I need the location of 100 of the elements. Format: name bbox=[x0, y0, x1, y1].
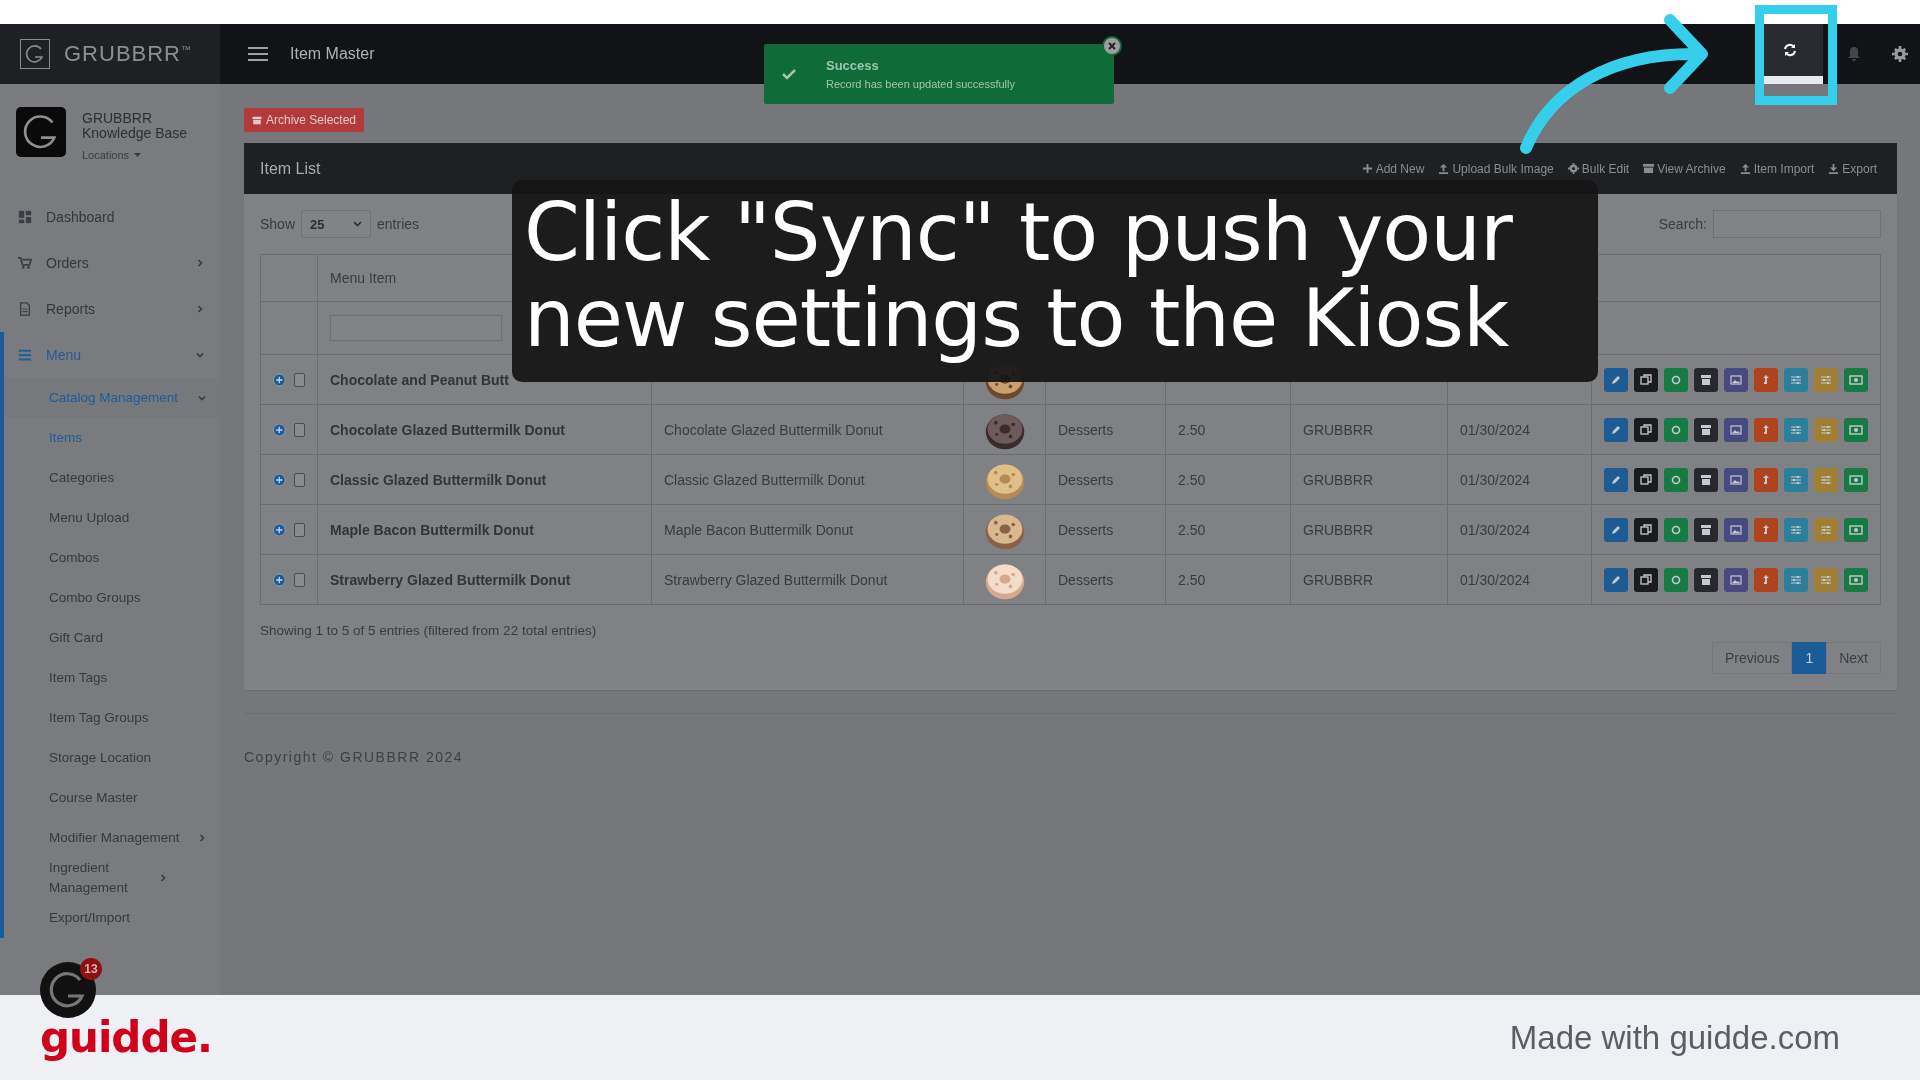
sidebar-subitem[interactable]: Combos bbox=[4, 538, 220, 578]
cash-button[interactable] bbox=[1844, 467, 1868, 492]
expand-icon[interactable] bbox=[273, 371, 286, 388]
edit-button[interactable] bbox=[1604, 467, 1628, 492]
cash-icon bbox=[1849, 472, 1863, 487]
archive-icon bbox=[1699, 472, 1713, 487]
expand-icon[interactable] bbox=[273, 471, 286, 488]
table-cell: GRUBBRR bbox=[1303, 521, 1373, 538]
copy-button[interactable] bbox=[1634, 467, 1658, 492]
sidebar-subitem[interactable]: Menu Upload bbox=[4, 498, 220, 538]
upload-button[interactable] bbox=[1754, 417, 1778, 442]
expand-icon[interactable] bbox=[273, 421, 286, 438]
image-icon bbox=[1729, 522, 1743, 537]
row-checkbox[interactable] bbox=[293, 572, 305, 587]
pagination-button[interactable]: Next bbox=[1826, 642, 1881, 674]
cash-button[interactable] bbox=[1844, 417, 1868, 442]
toggle-button[interactable] bbox=[1664, 417, 1688, 442]
entries-select[interactable]: 25 bbox=[301, 210, 372, 238]
table-cell: 01/30/2024 bbox=[1460, 421, 1531, 438]
row-checkbox[interactable] bbox=[293, 372, 305, 387]
row-checkbox[interactable] bbox=[293, 422, 305, 437]
archive-button[interactable] bbox=[1694, 417, 1718, 442]
pagination-button[interactable]: 1 bbox=[1792, 642, 1827, 674]
locations-dropdown[interactable]: Locations bbox=[82, 149, 142, 161]
toolbar-link[interactable]: Export bbox=[1828, 161, 1877, 176]
bell-icon[interactable] bbox=[1847, 46, 1861, 62]
archive-button[interactable] bbox=[1694, 567, 1718, 592]
sidebar-subitem[interactable]: Item Tags bbox=[4, 658, 220, 698]
edit-button[interactable] bbox=[1604, 517, 1628, 542]
sliders-button[interactable] bbox=[1814, 417, 1838, 442]
column-header[interactable]: Menu Item bbox=[330, 270, 397, 286]
cash-button[interactable] bbox=[1844, 517, 1868, 542]
cash-button[interactable] bbox=[1844, 567, 1868, 592]
expand-icon[interactable] bbox=[273, 521, 286, 538]
copy-button[interactable] bbox=[1634, 417, 1658, 442]
toolbar-link[interactable]: Add New bbox=[1361, 161, 1425, 176]
copy-button[interactable] bbox=[1634, 567, 1658, 592]
pagination-button[interactable]: Previous bbox=[1711, 642, 1793, 674]
sidebar-subitem[interactable]: Ingredient Management bbox=[4, 858, 220, 898]
sidebar-subitem[interactable]: Course Master bbox=[4, 778, 220, 818]
edit-button[interactable] bbox=[1604, 567, 1628, 592]
sidebar-item[interactable]: Dashboard bbox=[0, 194, 220, 240]
table-cell: Desserts bbox=[1058, 521, 1114, 538]
toolbar-link[interactable]: Upload Bulk Image bbox=[1438, 161, 1554, 176]
sidebar-item[interactable]: Reports bbox=[0, 286, 220, 332]
sliders-button[interactable] bbox=[1814, 467, 1838, 492]
edit-button[interactable] bbox=[1604, 417, 1628, 442]
toolbar-link[interactable]: Item Import bbox=[1739, 161, 1815, 176]
toolbar-link[interactable]: Bulk Edit bbox=[1567, 161, 1630, 176]
archive-button[interactable] bbox=[1694, 367, 1718, 392]
copy-button[interactable] bbox=[1634, 517, 1658, 542]
copy-button[interactable] bbox=[1634, 367, 1658, 392]
upload-button[interactable] bbox=[1754, 567, 1778, 592]
table-cell: Strawberry Glazed Buttermilk Donut bbox=[330, 571, 571, 588]
sidebar-item[interactable]: Orders bbox=[0, 240, 220, 286]
table-cell: Chocolate and Peanut Butt bbox=[330, 371, 509, 388]
toggle-button[interactable] bbox=[1664, 367, 1688, 392]
toggle-button[interactable] bbox=[1664, 567, 1688, 592]
archive-button[interactable] bbox=[1694, 467, 1718, 492]
sliders-button[interactable] bbox=[1784, 417, 1808, 442]
image-button[interactable] bbox=[1724, 467, 1748, 492]
sliders-button[interactable] bbox=[1784, 567, 1808, 592]
row-checkbox[interactable] bbox=[293, 522, 305, 537]
cash-button[interactable] bbox=[1844, 367, 1868, 392]
chevron-down-icon bbox=[198, 394, 206, 402]
sidebar-subitem[interactable]: Gift Card bbox=[4, 618, 220, 658]
sliders-button[interactable] bbox=[1784, 467, 1808, 492]
edit-button[interactable] bbox=[1604, 367, 1628, 392]
sliders-button[interactable] bbox=[1784, 517, 1808, 542]
image-button[interactable] bbox=[1724, 517, 1748, 542]
image-button[interactable] bbox=[1724, 367, 1748, 392]
settings-icon[interactable] bbox=[1892, 46, 1908, 62]
table-cell: Classic Glazed Buttermilk Donut bbox=[330, 471, 547, 488]
sidebar-subitem[interactable]: Combo Groups bbox=[4, 578, 220, 618]
sidebar-subitem[interactable]: Item Tag Groups bbox=[4, 698, 220, 738]
toggle-button[interactable] bbox=[1664, 467, 1688, 492]
sliders-button[interactable] bbox=[1814, 367, 1838, 392]
sliders-button[interactable] bbox=[1814, 567, 1838, 592]
toolbar-link[interactable]: View Archive bbox=[1643, 161, 1726, 176]
upload-button[interactable] bbox=[1754, 467, 1778, 492]
sliders-button[interactable] bbox=[1814, 517, 1838, 542]
sidebar-subitem[interactable]: Categories bbox=[4, 458, 220, 498]
image-button[interactable] bbox=[1724, 567, 1748, 592]
upload-button[interactable] bbox=[1754, 367, 1778, 392]
sidebar-subitem[interactable]: Storage Location bbox=[4, 738, 220, 778]
sidebar-subitem[interactable]: Modifier Management bbox=[4, 818, 220, 858]
row-checkbox[interactable] bbox=[293, 472, 305, 487]
expand-icon[interactable] bbox=[273, 571, 286, 588]
sidebar-item[interactable]: Menu bbox=[4, 332, 220, 378]
archive-button[interactable] bbox=[1694, 517, 1718, 542]
toggle-button[interactable] bbox=[1664, 517, 1688, 542]
image-button[interactable] bbox=[1724, 417, 1748, 442]
menu-icon[interactable] bbox=[248, 47, 268, 61]
sliders-button[interactable] bbox=[1784, 367, 1808, 392]
sidebar-subitem[interactable]: Export/Import bbox=[4, 898, 220, 938]
table-cell: Desserts bbox=[1058, 571, 1114, 588]
sidebar-subitem[interactable]: Items bbox=[4, 418, 220, 458]
upload-button[interactable] bbox=[1754, 517, 1778, 542]
archive-selected-button[interactable]: Archive Selected bbox=[244, 108, 365, 132]
table-cell: Chocolate Glazed Buttermilk Donut bbox=[664, 421, 883, 438]
